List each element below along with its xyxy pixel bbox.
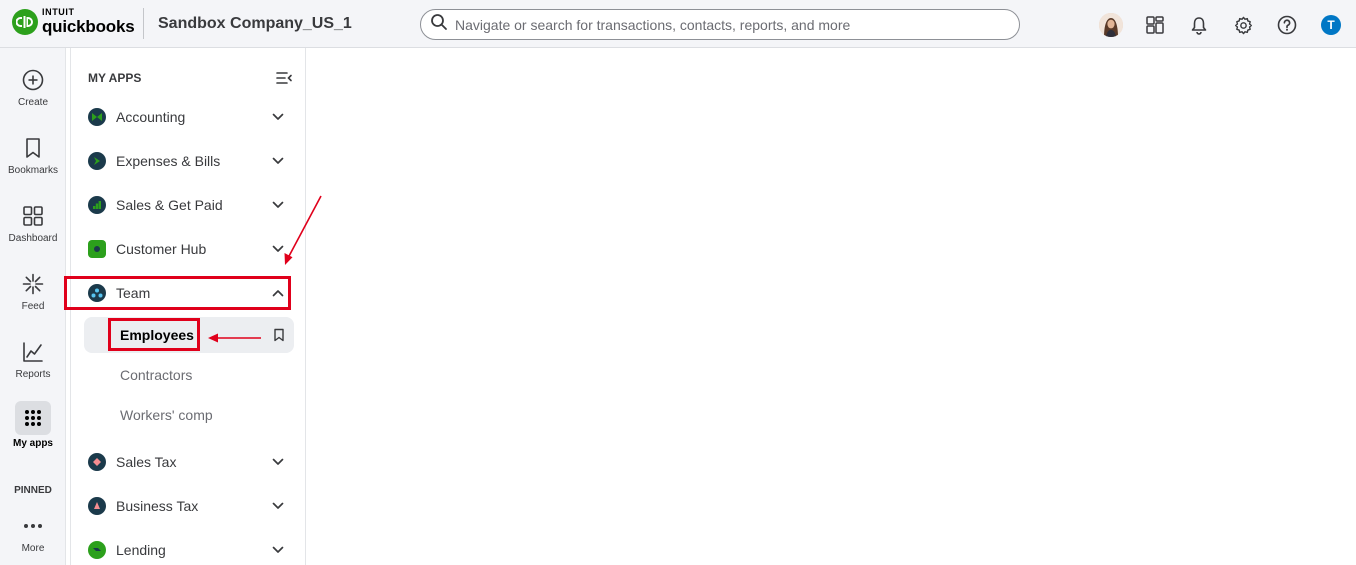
app-label: Sales & Get Paid [116,197,223,213]
app-label: Lending [116,542,166,558]
lending-icon [88,541,106,559]
search-icon [430,13,448,36]
logo-intuit-text: INTUIT [42,7,75,17]
chevron-down-icon[interactable] [271,154,285,168]
chevron-down-icon[interactable] [271,198,285,212]
more-dots-icon [21,514,45,538]
rail-label: Bookmarks [7,165,58,176]
highlight-box-employees [108,318,200,351]
app-sales-tax[interactable]: Sales Tax [71,444,306,480]
quickbooks-logo[interactable]: INTUIT quickbooks [12,7,135,36]
rail-label: Dashboard [8,233,58,244]
panel-title: MY APPS [88,71,142,85]
app-label: Sales Tax [116,454,177,470]
apps-switcher-icon[interactable] [1142,12,1168,38]
app-sales-get-paid[interactable]: Sales & Get Paid [71,187,306,223]
highlight-box-team [64,276,291,310]
grid-dots-icon [15,401,51,435]
logo-quickbooks-text: quickbooks [42,17,135,36]
rail-dashboard[interactable]: Dashboard [0,204,66,244]
rail-bookmarks[interactable]: Bookmarks [0,136,66,176]
bell-icon[interactable] [1186,12,1212,38]
collapse-panel-icon[interactable] [275,70,293,86]
subitem-workers-comp[interactable]: Workers' comp [84,397,294,433]
app-customer-hub[interactable]: Customer Hub [71,231,306,267]
rail-label: More [21,543,45,554]
app-business-tax[interactable]: Business Tax [71,488,306,524]
sales-tax-icon [88,453,106,471]
rail-create[interactable]: Create [0,68,66,108]
rail-my-apps[interactable]: My apps [0,401,66,449]
rail-reports[interactable]: Reports [0,340,66,380]
user-initial-badge: T [1321,15,1341,35]
accounting-icon [88,108,106,126]
qb-logo-icon [12,8,38,35]
rail-label: My apps [12,438,53,449]
help-icon[interactable] [1274,12,1300,38]
app-label: Business Tax [116,498,199,514]
rail-label: Feed [21,301,45,312]
rail-label: Reports [15,369,51,380]
rail-label: Create [17,97,48,108]
bookmark-icon[interactable] [272,328,286,342]
app-lending[interactable]: Lending [71,532,306,565]
gear-icon[interactable] [1230,12,1256,38]
rail-feed[interactable]: Feed [0,272,66,312]
top-header: INTUIT quickbooks Sandbox Company_US_1 N… [0,0,1356,48]
app-label: Customer Hub [116,241,207,257]
profile-avatar[interactable] [1098,12,1124,38]
dashboard-icon [21,204,45,228]
avatar-icon [1099,13,1123,37]
user-menu-button[interactable]: T [1318,12,1344,38]
global-search[interactable] [420,9,1020,40]
app-accounting[interactable]: Accounting [71,99,306,135]
bookmark-icon [21,136,45,160]
sales-icon [88,196,106,214]
chevron-down-icon[interactable] [271,110,285,124]
line-chart-icon [21,340,45,364]
chevron-down-icon[interactable] [271,499,285,513]
chevron-down-icon[interactable] [271,242,285,256]
plus-circle-icon [21,68,45,92]
app-label: Accounting [116,109,186,125]
sparkle-icon [21,272,45,296]
header-divider [143,8,144,39]
customer-hub-icon [88,240,106,258]
subitem-label: Contractors [120,367,193,383]
search-input[interactable] [455,16,995,33]
left-nav-rail: Create Bookmarks Dashboard Feed Reports … [0,48,66,565]
chevron-down-icon[interactable] [271,455,285,469]
app-expenses-bills[interactable]: Expenses & Bills [71,143,306,179]
app-label: Expenses & Bills [116,153,221,169]
pinned-section-label: PINNED [14,485,52,496]
company-name[interactable]: Sandbox Company_US_1 [158,15,352,33]
expenses-icon [88,152,106,170]
rail-more[interactable]: More [0,514,66,554]
business-tax-icon [88,497,106,515]
subitem-contractors[interactable]: Contractors [84,357,294,393]
subitem-label: Workers' comp [120,407,213,423]
chevron-down-icon[interactable] [271,543,285,557]
